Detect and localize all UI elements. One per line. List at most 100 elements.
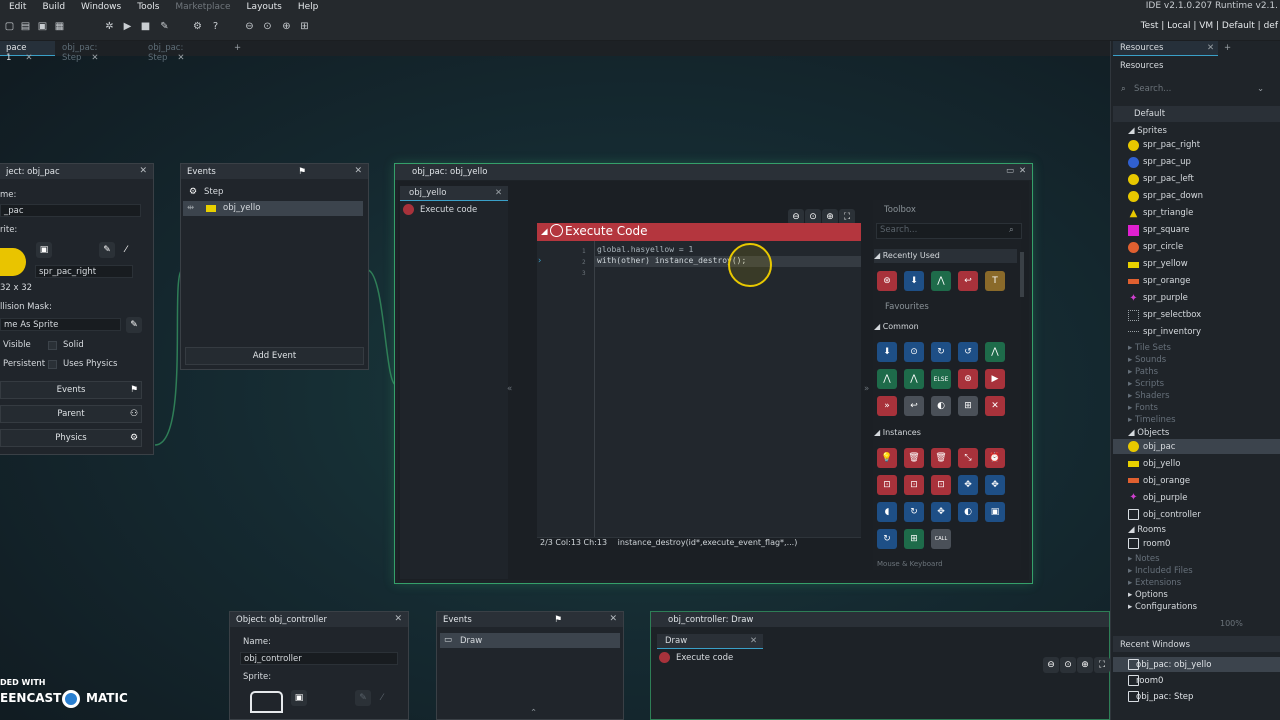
execute-script-icon[interactable]: ⊛: [958, 369, 978, 389]
clean-icon[interactable]: ✎: [157, 19, 172, 34]
target-selector[interactable]: Test | Local | VM | Default | def: [1141, 21, 1278, 31]
code-line-1[interactable]: global.hasyellow = 1: [597, 245, 693, 254]
close-icon[interactable]: ✕: [394, 614, 402, 624]
close-icon[interactable]: ✕: [91, 53, 98, 63]
resource-item[interactable]: spr_pac_up: [1143, 157, 1191, 167]
zoom-reset-icon[interactable]: ⊙: [260, 19, 275, 34]
resources-search[interactable]: Search...: [1134, 84, 1171, 94]
zoom-reset-icon[interactable]: ⊙: [1060, 657, 1076, 673]
objects-group[interactable]: ◢ Objects: [1128, 428, 1169, 438]
add-tab-icon[interactable]: +: [228, 41, 247, 56]
event-obj-yello[interactable]: obj_yello: [223, 203, 260, 213]
if-undefined-icon[interactable]: ⋀: [904, 369, 924, 389]
recent-window-item[interactable]: obj_pac: obj_yello: [1136, 660, 1211, 670]
if-exists-icon[interactable]: ⋀: [877, 369, 897, 389]
code-line-2[interactable]: with(other) instance_destroy();: [597, 256, 746, 265]
action-execute-code[interactable]: Execute code: [420, 205, 477, 215]
included-files-group[interactable]: ▸ Included Files: [1128, 566, 1193, 576]
help-icon[interactable]: ?: [208, 19, 223, 34]
timelines-group[interactable]: ▸ Timelines: [1128, 415, 1176, 425]
assign-var-icon[interactable]: ⬇: [877, 342, 897, 362]
resource-item[interactable]: spr_orange: [1143, 276, 1191, 286]
var-icon[interactable]: ⊙: [904, 342, 924, 362]
resource-item[interactable]: spr_pac_right: [1143, 140, 1200, 150]
sprite-select[interactable]: spr_pac_right: [35, 265, 133, 278]
resource-item[interactable]: spr_pac_left: [1143, 174, 1194, 184]
resource-item[interactable]: obj_controller: [1143, 510, 1201, 520]
name-field[interactable]: obj_controller: [240, 652, 398, 665]
add-event-button[interactable]: Add Event: [185, 347, 364, 365]
tab-obj-pac-step-2[interactable]: obj_pac: Step ✕: [142, 41, 228, 63]
collision-mask-select[interactable]: me As Sprite: [0, 318, 121, 331]
execute-code-tile-icon[interactable]: ⊛: [877, 271, 897, 291]
resource-item[interactable]: spr_pac_down: [1143, 191, 1203, 201]
recent-window-item[interactable]: room0: [1136, 676, 1163, 686]
layer-icon[interactable]: ↻: [877, 529, 897, 549]
continue-icon[interactable]: »: [877, 396, 897, 416]
resource-item[interactable]: obj_purple: [1143, 493, 1187, 503]
sprites-group[interactable]: ◢ Sprites: [1128, 126, 1167, 136]
edit-sprite-icon[interactable]: ▣: [36, 242, 52, 258]
return-icon[interactable]: ↩: [904, 396, 924, 416]
close-icon[interactable]: ✕: [1019, 166, 1026, 176]
move-icon[interactable]: ✥: [931, 502, 951, 522]
instance-exists-icon[interactable]: ⊡: [904, 475, 924, 495]
return-tile-icon[interactable]: ↩: [958, 271, 978, 291]
menu-layouts[interactable]: Layouts: [247, 2, 282, 12]
switch-icon[interactable]: ⊞: [958, 396, 978, 416]
save-icon[interactable]: ▣: [35, 19, 50, 34]
menu-edit[interactable]: Edit: [9, 2, 26, 12]
brush-icon[interactable]: ⁄: [118, 242, 134, 258]
add-tab-icon[interactable]: +: [1224, 43, 1231, 53]
resource-item[interactable]: spr_selectbox: [1143, 310, 1201, 320]
toggle-icon[interactable]: ◐: [931, 396, 951, 416]
close-icon[interactable]: ✕: [750, 636, 757, 646]
visible-checkbox-label[interactable]: Visible: [3, 340, 31, 350]
rotate-icon[interactable]: ↻: [904, 502, 924, 522]
save-all-icon[interactable]: ▦: [52, 19, 67, 34]
else-icon[interactable]: ELSE: [931, 369, 951, 389]
if-var-icon[interactable]: ⋀: [985, 342, 1005, 362]
edit-mask-icon[interactable]: ✎: [126, 317, 142, 333]
resource-item[interactable]: obj_pac: [1143, 442, 1176, 452]
event-step[interactable]: Step: [204, 187, 223, 197]
resource-item[interactable]: spr_yellow: [1143, 259, 1188, 269]
destroy-instance-icon[interactable]: 🗑: [904, 448, 924, 468]
change-instance-icon[interactable]: ⤡: [958, 448, 978, 468]
chevron-up-icon[interactable]: ⌃: [530, 708, 537, 718]
destroy-at-icon[interactable]: 🗑: [931, 448, 951, 468]
loop-icon[interactable]: ↻: [931, 342, 951, 362]
zoom-out-icon[interactable]: ⊖: [242, 19, 257, 34]
edit-icon[interactable]: ✎: [355, 690, 371, 706]
depth-icon[interactable]: ▣: [985, 502, 1005, 522]
open-project-icon[interactable]: ▤: [18, 19, 33, 34]
declare-var-tile-icon[interactable]: ⬇: [904, 271, 924, 291]
close-icon[interactable]: ✕: [609, 614, 617, 624]
collapse-left-icon[interactable]: «: [507, 384, 512, 394]
physics-button[interactable]: Physics: [0, 429, 142, 447]
resource-item[interactable]: spr_circle: [1143, 242, 1183, 252]
name-field[interactable]: _pac: [0, 204, 141, 217]
resource-item[interactable]: spr_inventory: [1143, 327, 1201, 337]
resource-item[interactable]: spr_square: [1143, 225, 1190, 235]
pacman-icon[interactable]: ◖: [877, 502, 897, 522]
toolbox-scrollbar[interactable]: [1020, 252, 1024, 297]
edit-sprite-icon[interactable]: ▣: [291, 690, 307, 706]
fit-icon[interactable]: ⊞: [297, 19, 312, 34]
shaders-group[interactable]: ▸ Shaders: [1128, 391, 1170, 401]
call-icon[interactable]: ⊞: [904, 529, 924, 549]
resource-item[interactable]: room0: [1143, 539, 1170, 549]
tab-workspace-1[interactable]: pace 1 ✕: [0, 41, 55, 63]
zoom-out-icon[interactable]: ⊖: [1043, 657, 1059, 673]
stop-icon[interactable]: ■: [138, 19, 153, 34]
close-icon[interactable]: ✕: [354, 166, 362, 176]
resource-item[interactable]: obj_yello: [1143, 459, 1180, 469]
call-event-icon[interactable]: CALL: [931, 529, 951, 549]
extensions-group[interactable]: ▸ Extensions: [1128, 578, 1181, 588]
new-project-icon[interactable]: ▢: [2, 19, 17, 34]
scripts-group[interactable]: ▸ Scripts: [1128, 379, 1164, 389]
chevron-down-icon[interactable]: ⌄: [1257, 84, 1264, 94]
menu-help[interactable]: Help: [298, 2, 319, 12]
sounds-group[interactable]: ▸ Sounds: [1128, 355, 1166, 365]
menu-marketplace[interactable]: Marketplace: [175, 2, 230, 12]
